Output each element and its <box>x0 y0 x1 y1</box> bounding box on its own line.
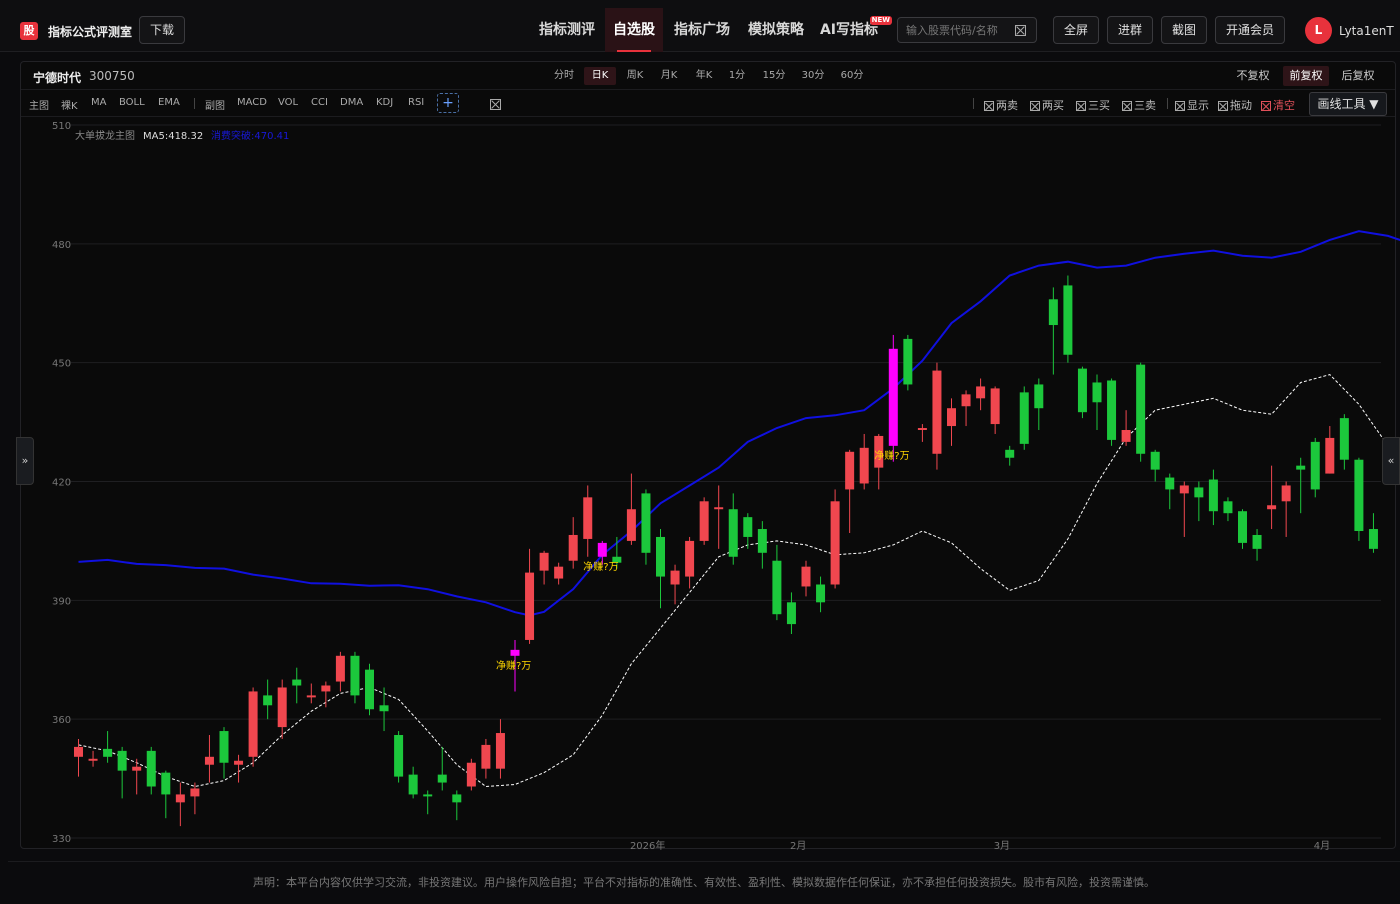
nav-indicator-review[interactable]: 指标测评 <box>529 8 605 52</box>
clear-button[interactable]: 清空 <box>1261 97 1295 113</box>
checkbox-icon <box>984 101 994 111</box>
tool-ema[interactable]: EMA <box>158 97 180 108</box>
close-icon[interactable] <box>490 99 501 110</box>
checkbox-icon <box>1218 101 1228 111</box>
tool-macd[interactable]: MACD <box>237 97 267 108</box>
tool-ma[interactable]: MA <box>91 97 106 108</box>
stock-code: 300750 <box>89 69 135 83</box>
screenshot-button[interactable]: 截图 <box>1161 16 1207 44</box>
nav-label: AI写指标 <box>820 22 878 38</box>
indicator-toolbar: 主图 裸K MA BOLL EMA 副图 MACD VOL CCI DMA KD… <box>21 89 1395 117</box>
period-15min[interactable]: 15分 <box>757 67 791 85</box>
tool-vol[interactable]: VOL <box>278 97 298 108</box>
toggle-drag[interactable]: 拖动 <box>1218 97 1252 113</box>
username[interactable]: Lyta1enT <box>1339 24 1394 38</box>
new-badge: NEW <box>870 16 892 25</box>
toggle-label: 三卖 <box>1134 99 1156 112</box>
toggle-two-sell[interactable]: 两卖 <box>984 97 1018 113</box>
nav-watchlist[interactable]: 自选股 <box>605 8 663 52</box>
toggle-two-buy[interactable]: 两买 <box>1030 97 1064 113</box>
tool-main-chart[interactable]: 主图 <box>29 97 49 112</box>
period-1min[interactable]: 1分 <box>722 67 752 85</box>
nav-label: 指标广场 <box>674 22 730 38</box>
checkbox-icon <box>1175 101 1185 111</box>
tool-kdj[interactable]: KDJ <box>376 97 393 108</box>
adjust-forward[interactable]: 前复权 <box>1283 66 1329 86</box>
period-intraday[interactable]: 分时 <box>548 67 580 85</box>
toggle-label: 拖动 <box>1230 99 1252 112</box>
nav-ai-indicator[interactable]: AI写指标 NEW <box>814 8 884 52</box>
nav-label: 指标测评 <box>539 22 595 38</box>
period-30min[interactable]: 30分 <box>796 67 830 85</box>
period-year-k[interactable]: 年K <box>688 67 720 85</box>
left-expand-tab[interactable]: » <box>16 437 34 485</box>
nav-simulated-strategy[interactable]: 模拟策略 <box>740 8 812 52</box>
period-week-k[interactable]: 周K <box>619 67 651 85</box>
period-60min[interactable]: 60分 <box>835 67 869 85</box>
toggle-label: 三买 <box>1088 99 1110 112</box>
divider <box>1167 98 1168 109</box>
clear-icon[interactable] <box>1015 25 1026 36</box>
join-group-button[interactable]: 进群 <box>1107 16 1153 44</box>
checkbox-icon <box>1030 101 1040 111</box>
checkbox-icon <box>1122 101 1132 111</box>
nav-label: 自选股 <box>613 22 655 38</box>
toggle-label: 两卖 <box>996 99 1018 112</box>
adjust-backward[interactable]: 后复权 <box>1336 66 1380 86</box>
checkbox-icon <box>1076 101 1086 111</box>
period-month-k[interactable]: 月K <box>653 67 685 85</box>
toggle-show[interactable]: 显示 <box>1175 97 1209 113</box>
divider <box>973 98 974 109</box>
tool-naked-k[interactable]: 裸K <box>61 97 78 112</box>
toggle-label: 两买 <box>1042 99 1064 112</box>
avatar[interactable]: L <box>1305 17 1332 44</box>
toggle-label: 清空 <box>1273 99 1295 112</box>
stock-search <box>897 17 1037 43</box>
draw-tools-button[interactable]: 画线工具 ▼ <box>1309 92 1387 116</box>
tool-rsi[interactable]: RSI <box>408 97 424 108</box>
right-expand-tab[interactable]: « <box>1382 437 1400 485</box>
toggle-three-buy[interactable]: 三买 <box>1076 97 1110 113</box>
tool-sub-chart[interactable]: 副图 <box>205 97 225 112</box>
stock-name: 宁德时代 <box>33 69 81 86</box>
membership-button[interactable]: 开通会员 <box>1215 16 1285 44</box>
tool-dma[interactable]: DMA <box>340 97 363 108</box>
nav-indicator-square[interactable]: 指标广场 <box>666 8 738 52</box>
tool-boll[interactable]: BOLL <box>119 97 145 108</box>
tool-cci[interactable]: CCI <box>311 97 328 108</box>
checkbox-icon <box>1261 101 1271 111</box>
download-button[interactable]: 下载 <box>139 16 185 44</box>
brand-name: 指标公式评测室 <box>48 23 132 40</box>
divider <box>194 98 195 109</box>
search-input[interactable] <box>906 22 1014 38</box>
chart-panel: 宁德时代 300750 分时 日K 周K 月K 年K 1分 15分 30分 60… <box>20 61 1396 849</box>
fullscreen-button[interactable]: 全屏 <box>1053 16 1099 44</box>
toggle-label: 显示 <box>1187 99 1209 112</box>
add-indicator-button[interactable]: + <box>437 93 459 113</box>
disclaimer: 声明：本平台内容仅供学习交流，非投资建议。用户操作风险自担；平台不对指标的准确性… <box>8 861 1400 900</box>
top-bar: 股 指标公式评测室 下载 指标测评 自选股 指标广场 模拟策略 AI写指标 NE… <box>0 0 1400 52</box>
toggle-three-sell[interactable]: 三卖 <box>1122 97 1156 113</box>
adjust-none[interactable]: 不复权 <box>1231 66 1275 86</box>
app-logo: 股 <box>20 22 38 40</box>
period-day-k[interactable]: 日K <box>584 67 616 85</box>
nav-label: 模拟策略 <box>748 22 804 38</box>
